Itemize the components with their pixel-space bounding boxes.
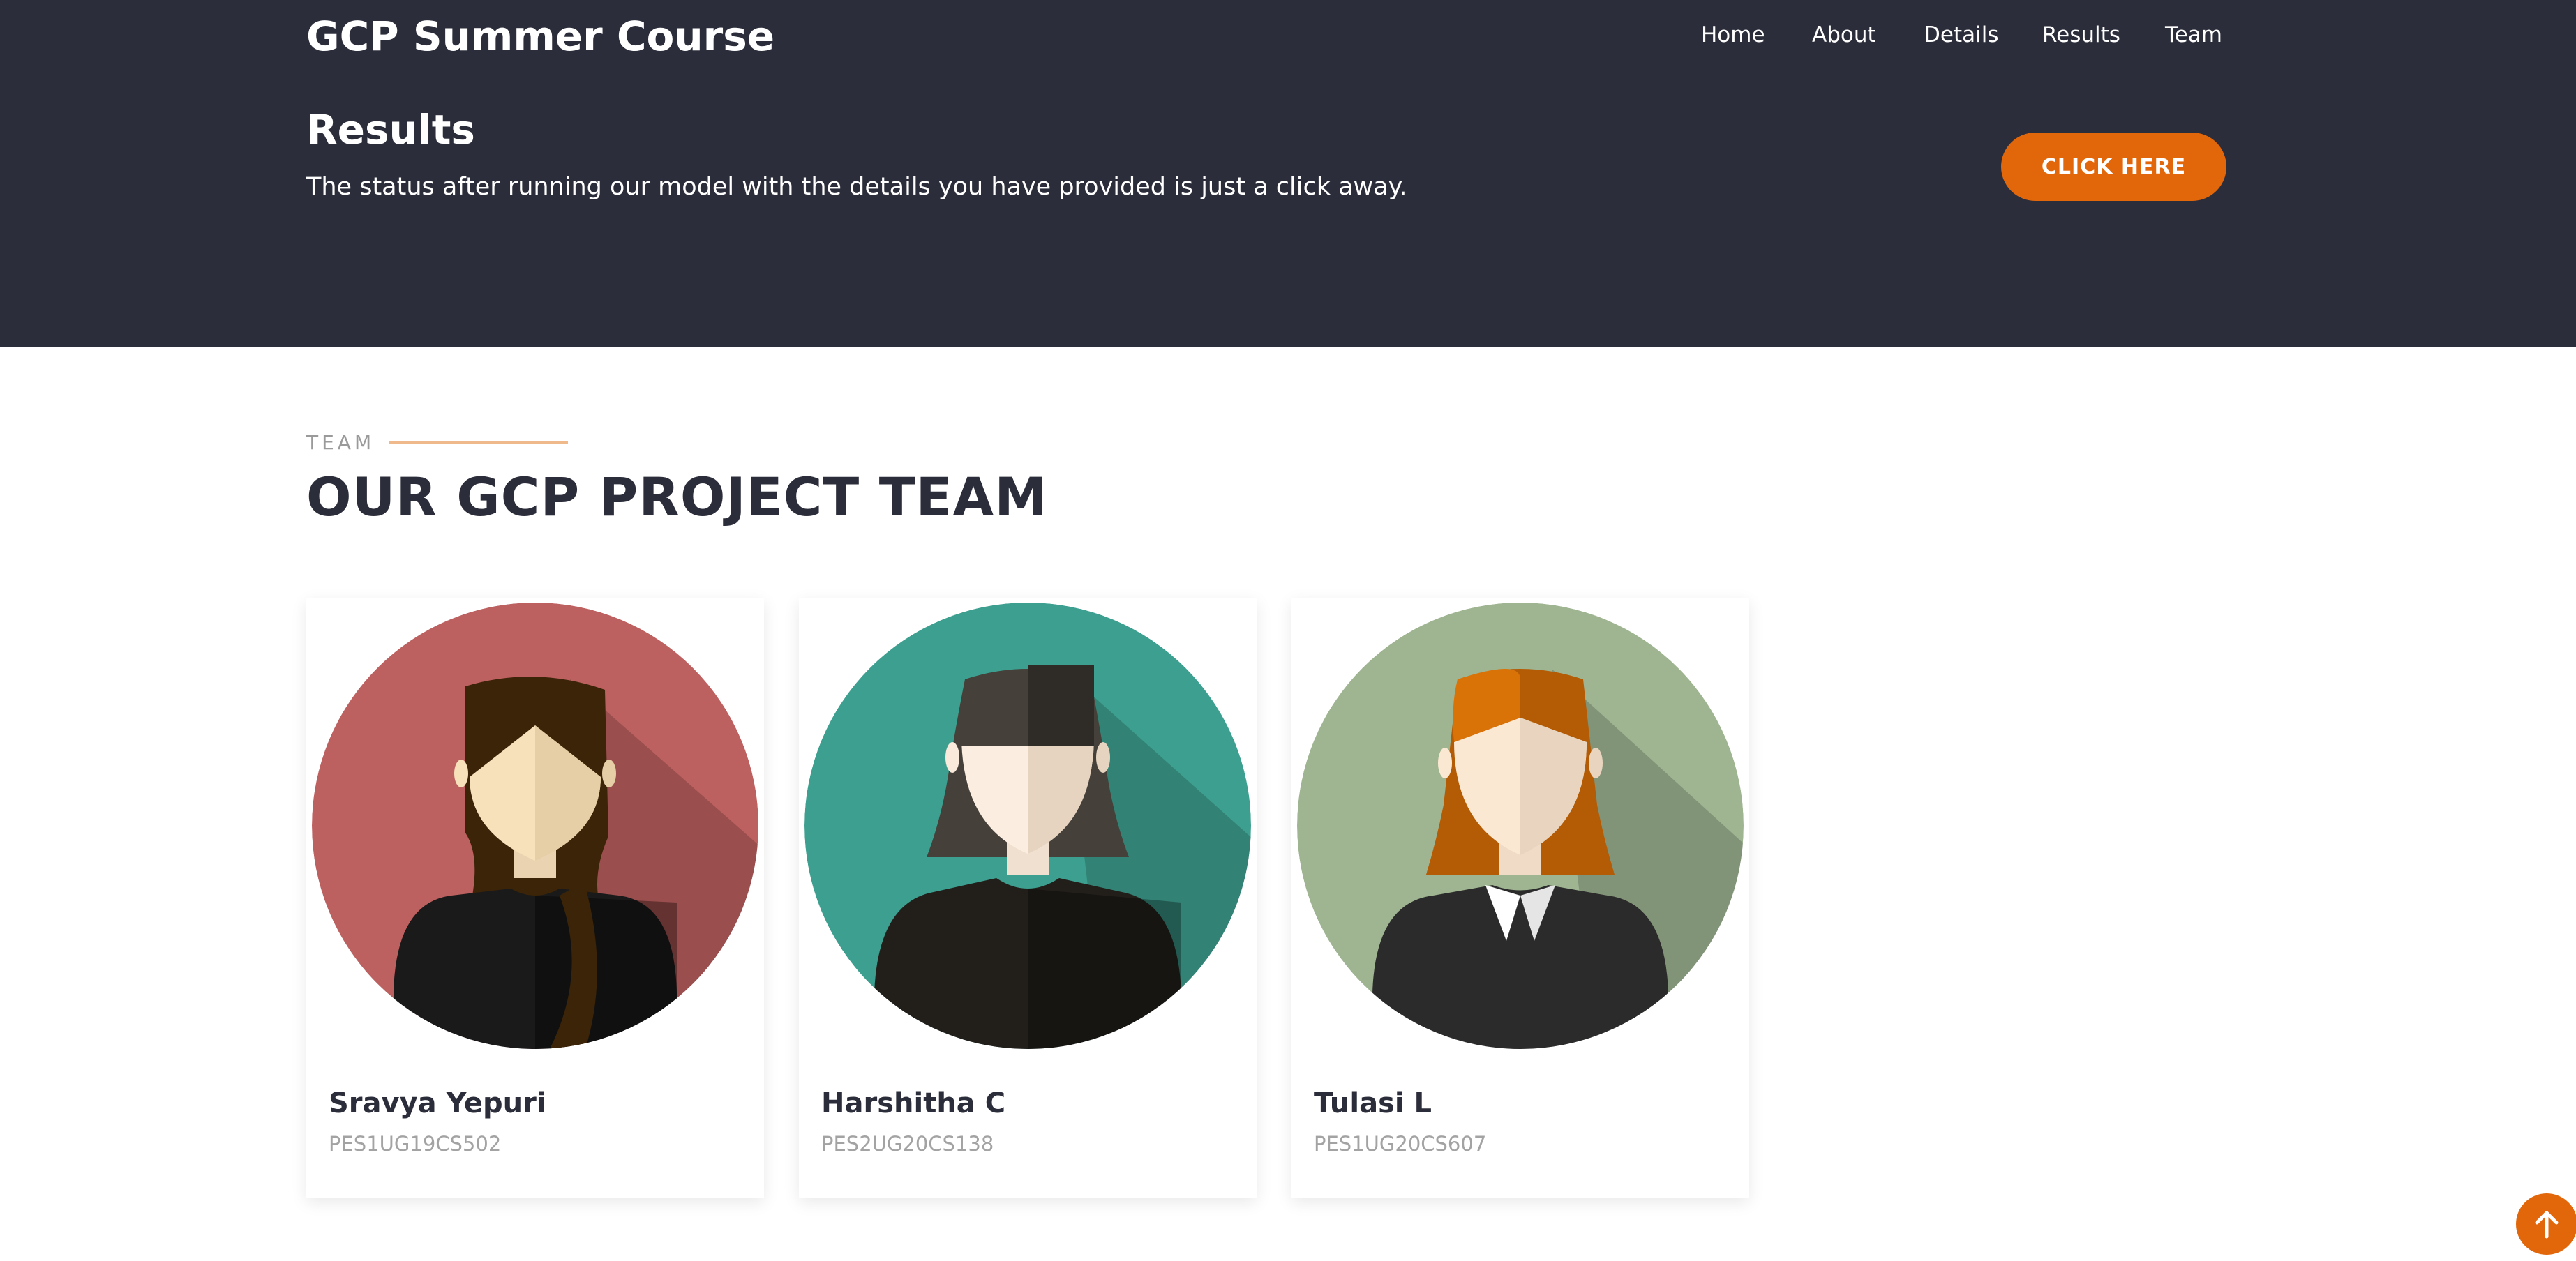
member-name: Tulasi L [1314, 1087, 1432, 1119]
site-brand[interactable]: GCP Summer Course [306, 11, 774, 61]
back-to-top-button[interactable] [2516, 1193, 2576, 1255]
nav-about[interactable]: About [1812, 20, 1876, 50]
member-name: Sravya Yepuri [329, 1087, 546, 1119]
member-id: PES2UG20CS138 [821, 1132, 994, 1156]
results-title: Results [306, 106, 475, 153]
nav-home[interactable]: Home [1701, 20, 1765, 50]
team-member-card: Harshitha C PES2UG20CS138 [799, 598, 1257, 1198]
results-description: The status after running our model with … [306, 173, 1407, 201]
member-name: Harshitha C [821, 1087, 1006, 1119]
member-id: PES1UG20CS607 [1314, 1132, 1487, 1156]
eyebrow-divider [389, 441, 568, 444]
arrow-up-icon [2535, 1211, 2559, 1239]
female-avatar-long-brown-hair-icon [312, 603, 758, 1049]
team-member-card: Tulasi L PES1UG20CS607 [1291, 598, 1749, 1198]
nav-results[interactable]: Results [2042, 20, 2120, 50]
team-heading: OUR GCP PROJECT TEAM [306, 466, 1048, 528]
nav-team[interactable]: Team [2165, 20, 2222, 50]
team-eyebrow: TEAM [306, 431, 375, 454]
member-id: PES1UG19CS502 [329, 1132, 502, 1156]
female-avatar-red-hair-collar-icon [1297, 603, 1744, 1049]
female-avatar-bob-hair-icon [804, 603, 1251, 1049]
nav-details[interactable]: Details [1924, 20, 1998, 50]
header: GCP Summer Course Home About Details Res… [0, 0, 2576, 347]
team-member-card: Sravya Yepuri PES1UG19CS502 [306, 598, 764, 1198]
click-here-button[interactable]: CLICK HERE [2001, 133, 2226, 201]
